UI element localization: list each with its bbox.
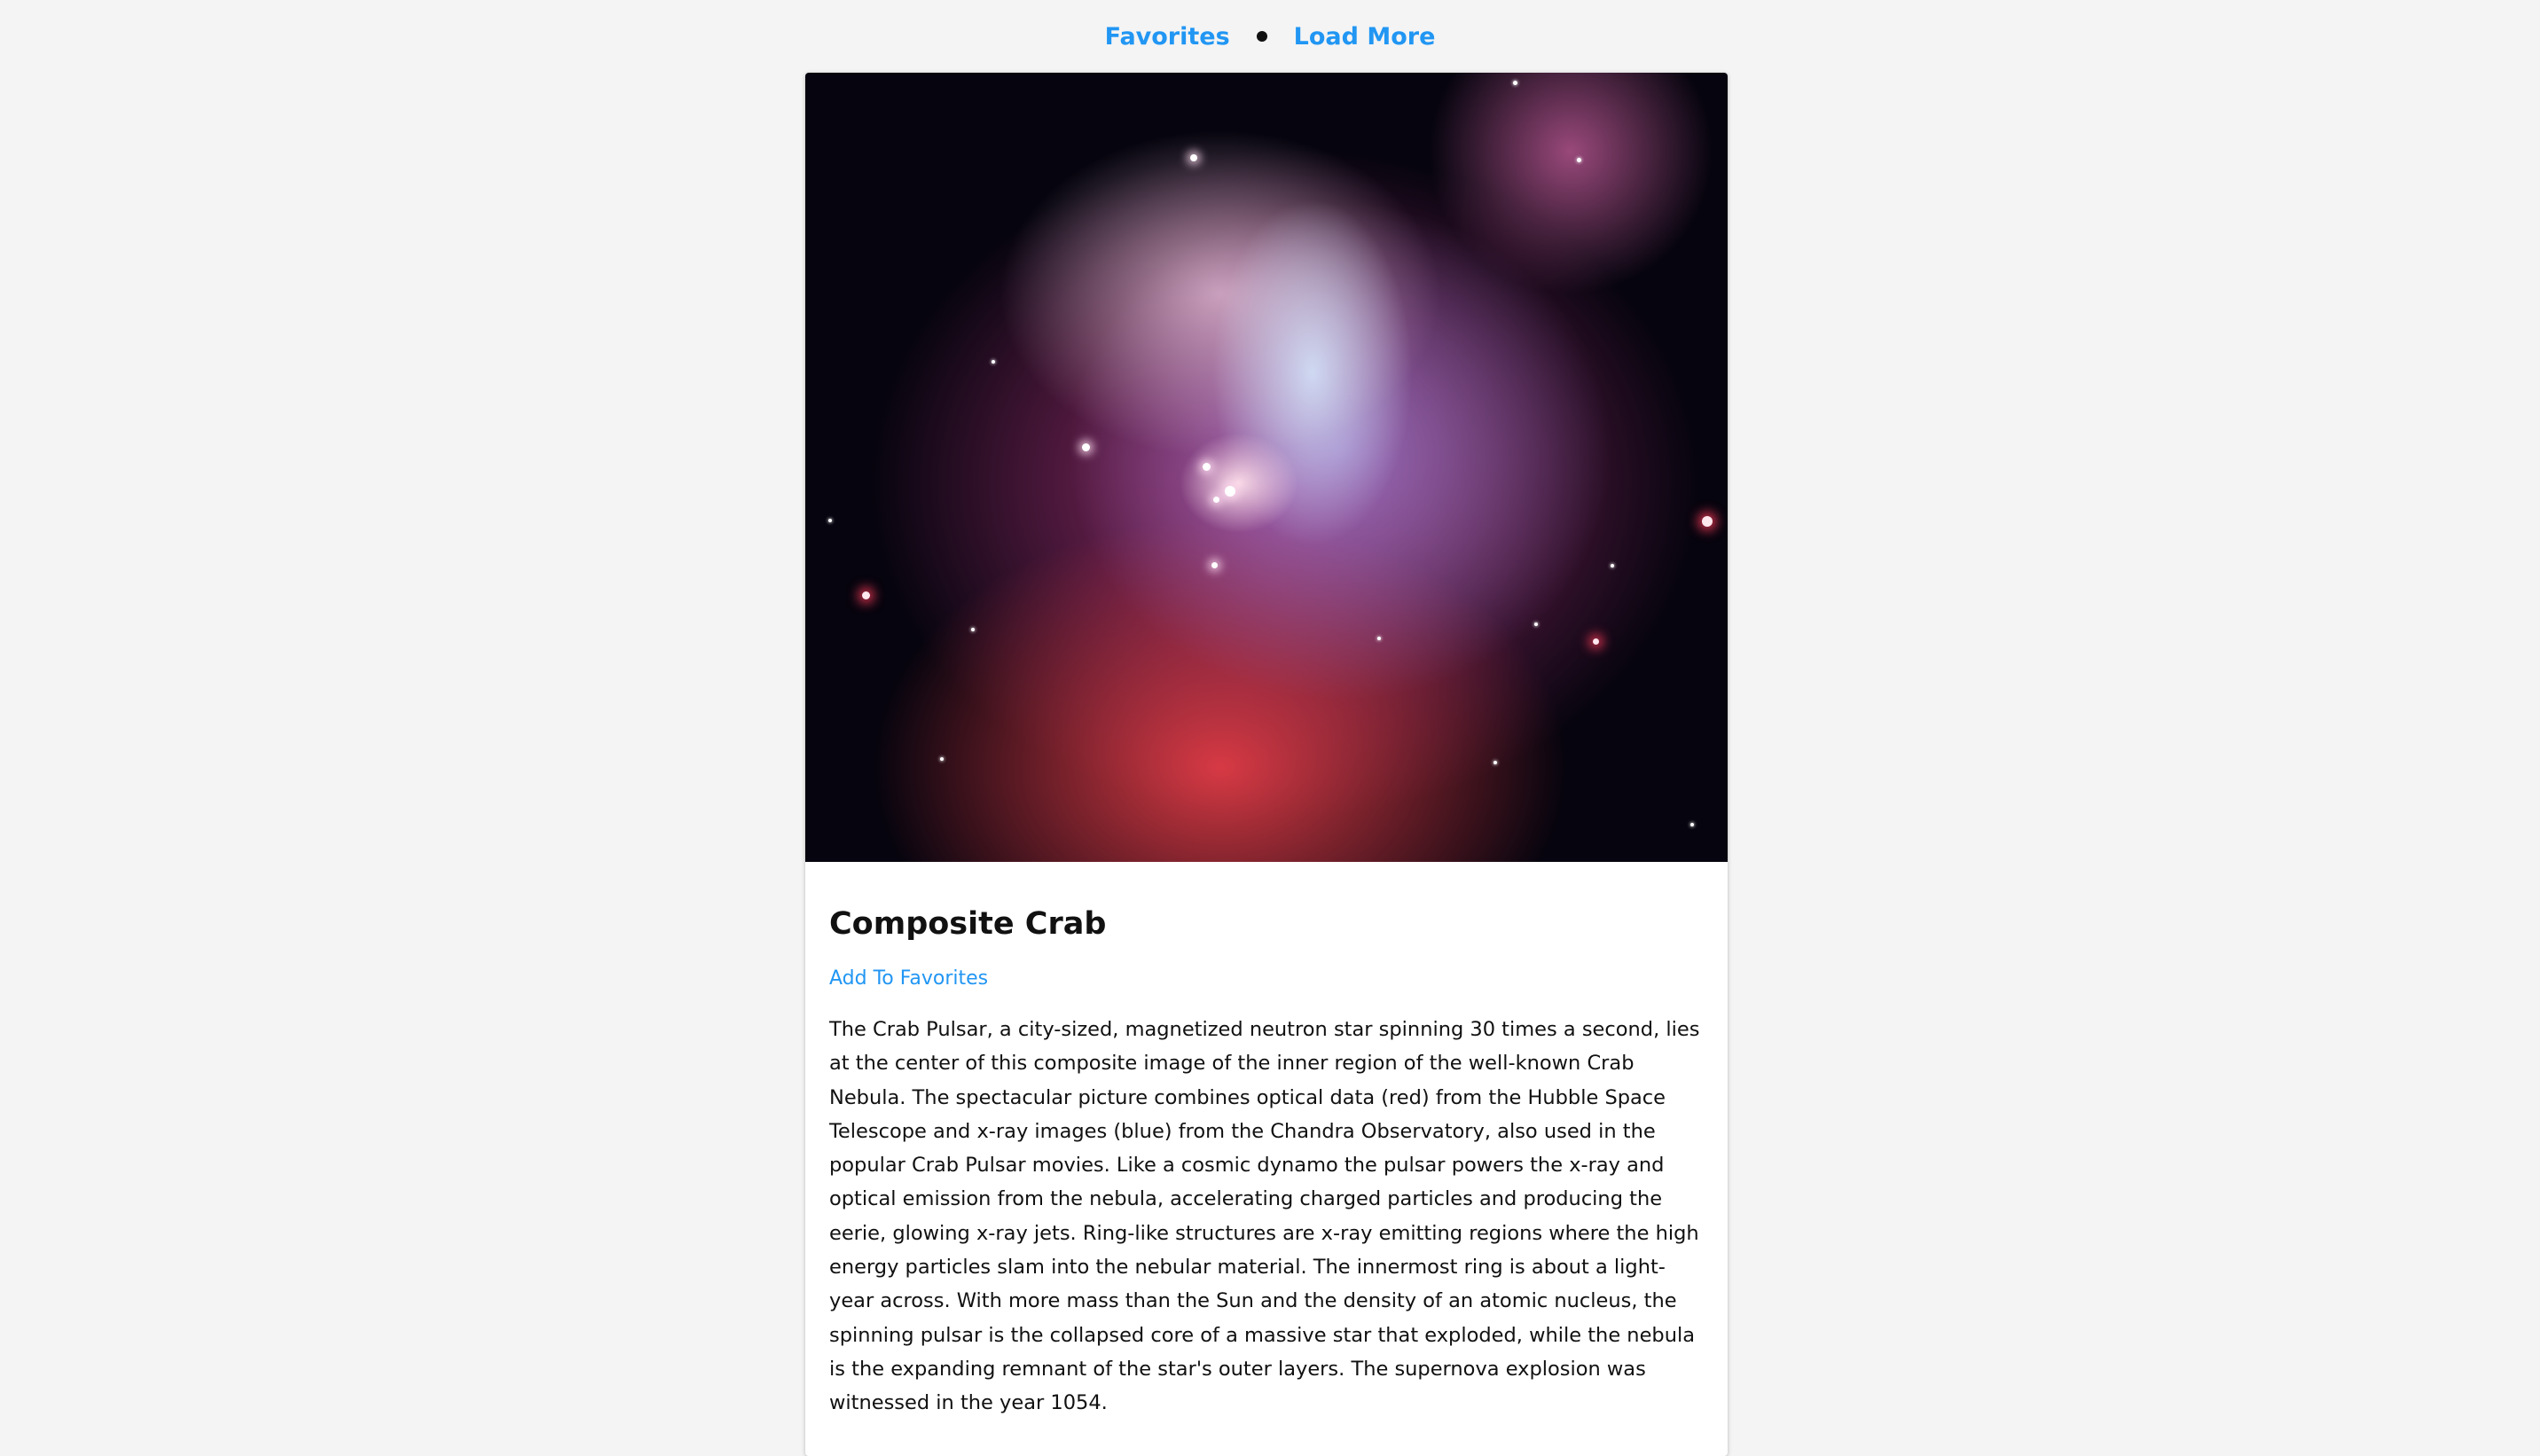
star: [971, 628, 975, 631]
star: [1690, 823, 1694, 826]
post-card: Composite Crab Add To Favorites The Crab…: [805, 73, 1728, 1456]
post-description: The Crab Pulsar, a city-sized, magnetize…: [829, 1018, 1700, 1415]
star: [862, 591, 870, 599]
star: [1190, 154, 1197, 161]
star: [1203, 463, 1211, 471]
star: [1211, 562, 1218, 568]
star: [1702, 516, 1713, 527]
post-image: [805, 73, 1728, 862]
star: [1082, 443, 1090, 451]
post-body: Composite Crab Add To Favorites The Crab…: [805, 862, 1728, 1421]
star: [992, 360, 995, 364]
top-nav: Favorites Load More: [0, 0, 2540, 73]
post-title: Composite Crab: [829, 906, 1107, 942]
star: [828, 519, 832, 522]
star: [1513, 81, 1517, 85]
star: [1534, 622, 1538, 626]
star: [1577, 158, 1581, 162]
star: [1213, 497, 1219, 503]
favorites-link[interactable]: Favorites: [1105, 25, 1230, 49]
separator-dot: [1256, 31, 1267, 42]
star: [1225, 486, 1235, 497]
add-to-favorites-link[interactable]: Add To Favorites: [829, 966, 988, 992]
load-more-link[interactable]: Load More: [1294, 25, 1436, 49]
star: [1593, 638, 1599, 645]
star: [1377, 637, 1381, 640]
star: [940, 757, 944, 761]
star: [1611, 564, 1614, 568]
star: [1493, 761, 1497, 764]
